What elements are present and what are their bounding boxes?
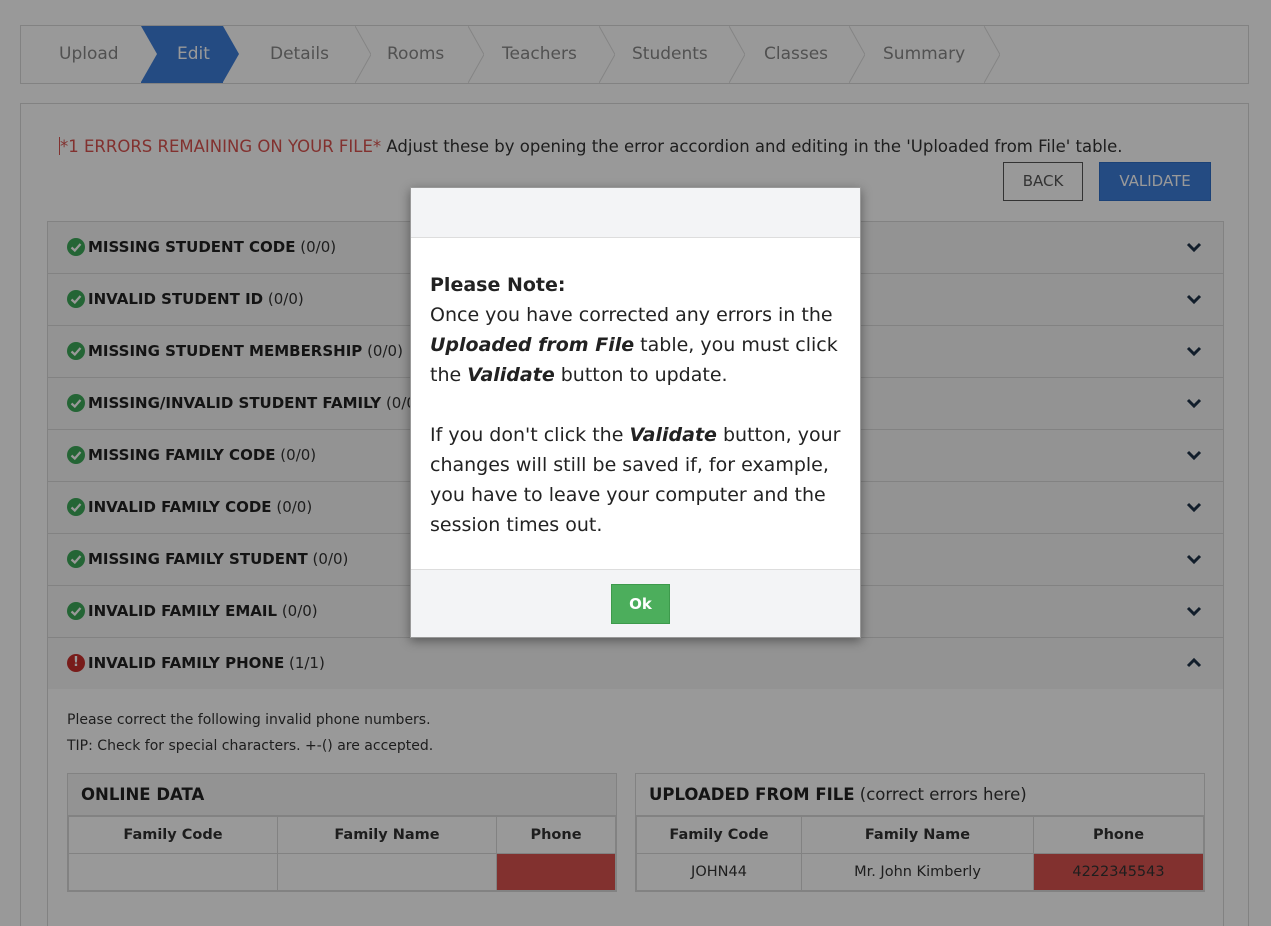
modal-body: Please Note: Once you have corrected any… [430, 270, 850, 540]
modal-emphasis: Uploaded from File [430, 334, 635, 356]
modal-emphasis: Validate [629, 424, 717, 446]
ok-button[interactable]: Ok [611, 584, 670, 624]
modal-text: Once you have corrected any errors in th… [430, 304, 833, 326]
modal-text: If you don't click the [430, 424, 624, 446]
modal-footer: Ok [411, 569, 860, 637]
note-modal: Please Note: Once you have corrected any… [410, 187, 861, 638]
modal-emphasis: Validate [467, 364, 555, 386]
modal-header [411, 188, 860, 238]
modal-heading: Please Note: [430, 274, 566, 296]
modal-text: button to update. [560, 364, 728, 386]
